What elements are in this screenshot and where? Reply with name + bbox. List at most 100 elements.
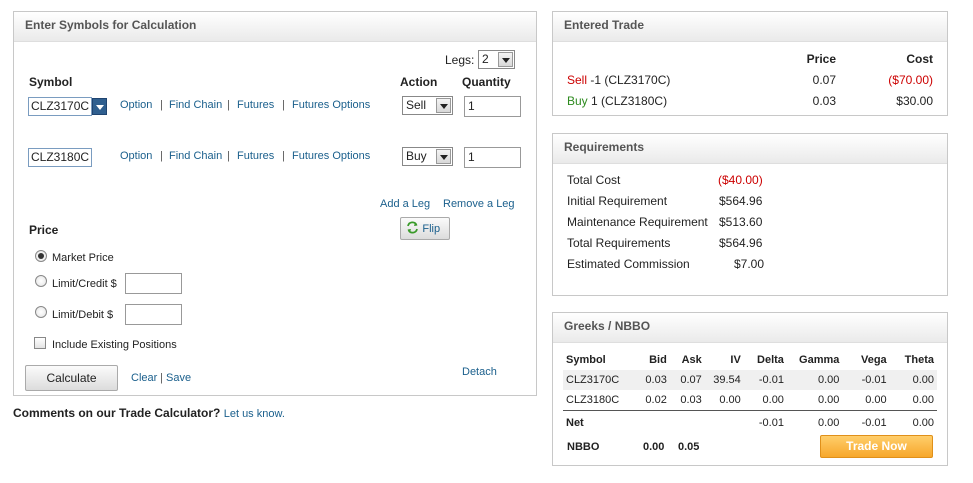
limit-credit-label: Limit/Credit $ [52, 278, 117, 290]
futures-options-link-leg-2[interactable]: Futures Options [292, 150, 370, 162]
add-leg-link[interactable]: Add a Leg [380, 198, 430, 210]
include-existing-label: Include Existing Positions [52, 339, 177, 351]
link-separator: | [227, 150, 230, 162]
requirements-title: Requirements [553, 134, 947, 164]
link-separator: | [282, 150, 285, 162]
find-chain-link-leg-2[interactable]: Find Chain [169, 150, 222, 162]
action-header: Action [400, 75, 438, 89]
legs-select[interactable]: 2 [478, 50, 515, 69]
symbol-input-leg-1[interactable]: CLZ3170C [28, 97, 92, 116]
action-select-leg-1[interactable]: Sell [402, 96, 453, 115]
nbbo-label: NBBO [567, 441, 600, 453]
col-header: Vega [860, 354, 887, 366]
requirement-value: $7.00 [734, 257, 765, 271]
limit-debit-radio[interactable] [35, 306, 47, 318]
flip-button[interactable]: Flip [400, 217, 450, 240]
link-separator: | [282, 99, 285, 111]
let-us-know-link[interactable]: Let us know. [224, 408, 285, 420]
futures-link-leg-1[interactable]: Futures [237, 99, 274, 111]
trade-row-2: Buy 1 (CLZ3180C) [567, 94, 667, 108]
table-row: CLZ3180C 0.02 0.03 0.00 0.00 0.00 0.00 0… [566, 393, 934, 406]
col-header: Bid [649, 354, 667, 366]
quantity-input-leg-2[interactable]: 1 [464, 147, 521, 168]
option-link-leg-1[interactable]: Option [120, 99, 152, 111]
remove-leg-link[interactable]: Remove a Leg [443, 198, 515, 210]
chevron-down-icon [498, 52, 513, 67]
col-header: Symbol [566, 354, 606, 366]
trade-detail: -1 (CLZ3170C) [590, 73, 671, 87]
trade-cost: ($70.00) [888, 73, 933, 87]
limit-credit-input[interactable] [125, 273, 182, 294]
option-link-leg-2[interactable]: Option [120, 150, 152, 162]
market-price-radio[interactable] [35, 250, 47, 262]
link-separator: | [160, 99, 163, 111]
price-title: Price [29, 223, 59, 237]
trade-action: Sell [567, 73, 588, 87]
col-header: Ask [681, 354, 702, 366]
futures-link-leg-2[interactable]: Futures [237, 150, 274, 162]
col-header: Gamma [799, 354, 840, 366]
symbol-input-leg-2[interactable]: CLZ3180C [28, 148, 92, 167]
limit-credit-radio[interactable] [35, 275, 47, 287]
comments-text: Comments on our Trade Calculator? [13, 406, 221, 420]
find-chain-link-leg-1[interactable]: Find Chain [169, 99, 222, 111]
cost-header: Cost [906, 52, 933, 66]
requirement-label: Total Cost [567, 173, 621, 187]
requirement-label: Total Requirements [567, 236, 671, 250]
requirement-value: ($40.00) [718, 173, 763, 187]
link-separator: | [227, 99, 230, 111]
quantity-header: Quantity [462, 75, 511, 89]
calculate-button[interactable]: Calculate [25, 365, 118, 391]
requirement-label: Maintenance Requirement [567, 215, 708, 229]
limit-debit-label: Limit/Debit $ [52, 309, 114, 321]
table-row: CLZ3170C 0.03 0.07 39.54 -0.01 0.00 -0.0… [563, 370, 937, 390]
requirement-label: Estimated Commission [567, 257, 690, 271]
greeks-header-row: Symbol Bid Ask IV Delta Gamma Vega Theta [563, 350, 937, 370]
greeks-panel: Greeks / NBBO Symbol Bid Ask IV Delta Ga… [552, 312, 948, 466]
calculator-title: Enter Symbols for Calculation [14, 12, 536, 42]
requirement-value: $564.96 [719, 236, 763, 250]
quantity-input-leg-1[interactable]: 1 [464, 96, 521, 117]
market-price-label: Market Price [52, 252, 114, 264]
requirement-value: $564.96 [719, 194, 763, 208]
greeks-table: Symbol Bid Ask IV Delta Gamma Vega Theta… [563, 350, 937, 436]
greeks-title: Greeks / NBBO [553, 313, 947, 343]
nbbo-ask: 0.05 [678, 441, 700, 453]
refresh-arrows-icon [407, 221, 418, 234]
col-header: Theta [904, 354, 934, 366]
requirements-panel: Requirements Total Cost ($40.00) Initial… [552, 133, 948, 296]
symbol-header: Symbol [29, 75, 73, 89]
requirement-value: $513.60 [719, 215, 763, 229]
trade-detail: 1 (CLZ3180C) [591, 94, 668, 108]
trade-action: Buy [567, 94, 588, 108]
comments-line: Comments on our Trade Calculator? Let us… [13, 406, 285, 420]
clear-link[interactable]: Clear [131, 372, 157, 384]
price-header: Price [806, 52, 836, 66]
trade-price: 0.03 [812, 94, 836, 108]
action-select-leg-2[interactable]: Buy [402, 147, 453, 166]
link-separator: | [160, 150, 163, 162]
net-row: Net -0.01 0.00 -0.01 0.00 [563, 409, 937, 436]
entered-trade-panel: Entered Trade Price Cost Sell -1 (CLZ317… [552, 11, 948, 116]
chevron-down-icon [436, 149, 451, 164]
trade-row-1: Sell -1 (CLZ3170C) [567, 73, 670, 87]
detach-link[interactable]: Detach [462, 366, 497, 378]
chevron-down-icon [436, 98, 451, 113]
save-link[interactable]: Save [166, 372, 191, 384]
nbbo-bid: 0.00 [643, 441, 665, 453]
flip-label: Flip [422, 223, 441, 235]
requirement-label: Initial Requirement [567, 194, 668, 208]
col-header: IV [730, 354, 741, 366]
trade-now-button[interactable]: Trade Now [820, 435, 933, 458]
futures-options-link-leg-1[interactable]: Futures Options [292, 99, 370, 111]
trade-price: 0.07 [812, 73, 836, 87]
calculator-panel: Enter Symbols for Calculation Legs: 2 Sy… [13, 11, 537, 396]
symbol-dropdown-icon[interactable] [92, 98, 107, 115]
limit-debit-input[interactable] [125, 304, 182, 325]
trade-cost: $30.00 [896, 94, 933, 108]
entered-trade-title: Entered Trade [553, 12, 947, 42]
link-separator: | [160, 372, 163, 384]
col-header: Delta [757, 354, 784, 366]
legs-label: Legs: [445, 53, 475, 67]
include-existing-checkbox[interactable] [34, 337, 46, 349]
